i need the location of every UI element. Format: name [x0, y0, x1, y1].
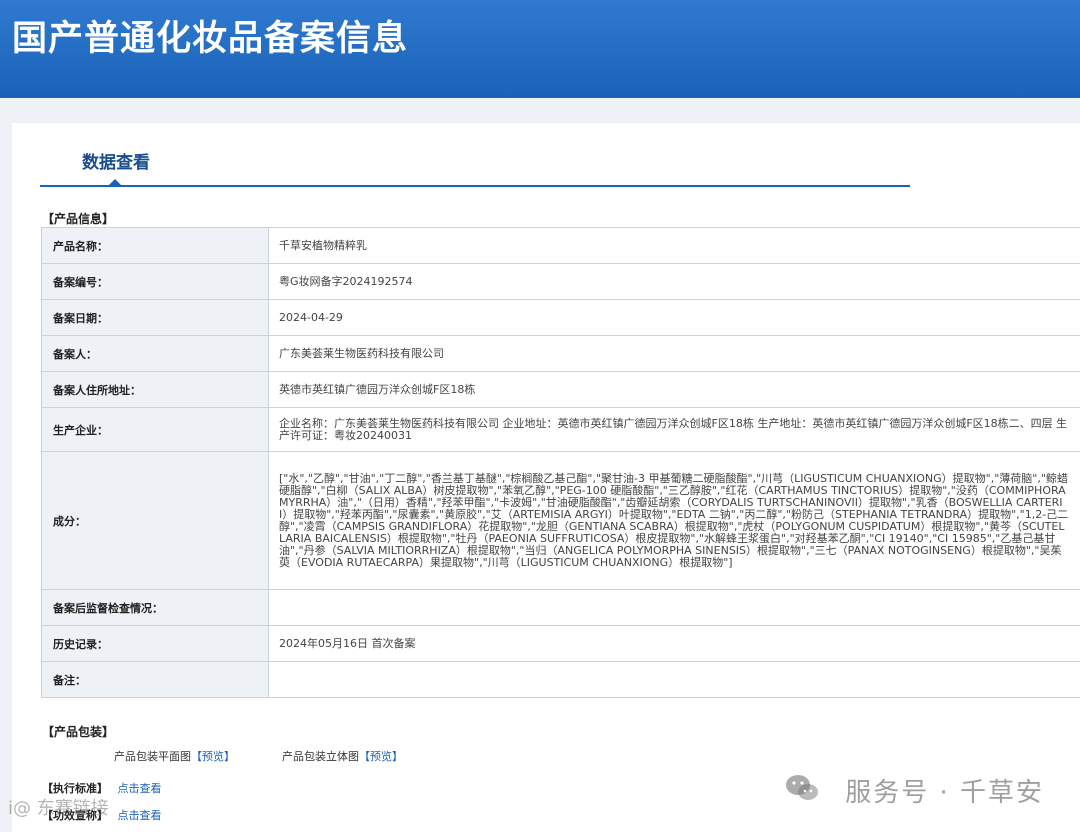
info-row: 备案日期： 2024-04-29: [41, 299, 1080, 336]
watermark-text: 服务号 · 千草安: [845, 778, 1044, 808]
info-key: 备案人住所地址：: [41, 371, 269, 408]
watermark-left-text: i@ 东赛链接: [8, 798, 109, 819]
info-key: 产品名称：: [41, 227, 269, 264]
info-row: 备案人： 广东美荟莱生物医药科技有限公司: [41, 335, 1080, 372]
info-row: 备案后监督检查情况：: [41, 589, 1080, 626]
info-key: 备案编号：: [41, 263, 269, 300]
info-value: 粤G妆网备字2024192574: [268, 263, 1080, 300]
package-flat-preview-link[interactable]: 【预览】: [191, 748, 235, 764]
package-solid-label: 产品包装立体图: [282, 750, 359, 763]
info-row: 备注：: [41, 661, 1080, 698]
info-key: 备案人：: [41, 335, 269, 372]
standard-view-link[interactable]: 点击查看: [118, 782, 162, 795]
efficacy-view-link[interactable]: 点击查看: [118, 809, 162, 822]
tab-data-view[interactable]: 数据查看: [82, 148, 150, 173]
section-product-info: 【产品信息】: [42, 212, 115, 226]
section-product-package: 【产品包装】: [42, 725, 115, 739]
package-row: 产品包装平面图【预览】 产品包装立体图【预览】: [114, 748, 403, 764]
info-value: [268, 661, 1080, 698]
package-solid-preview-link[interactable]: 【预览】: [359, 748, 403, 764]
info-key: 历史记录：: [41, 625, 269, 662]
wechat-icon: [786, 775, 818, 800]
product-info-table: 产品名称： 千草安植物精粹乳 备案编号： 粤G妆网备字2024192574 备案日期： 2…: [41, 227, 1080, 698]
info-value: 千草安植物精粹乳: [268, 227, 1080, 264]
info-value: 企业名称：广东美荟莱生物医药科技有限公司 企业地址：英德市英红镇广德园万洋众创城…: [268, 407, 1080, 452]
info-row: 生产企业： 企业名称：广东美荟莱生物医药科技有限公司 企业地址：英德市英红镇广德园…: [41, 407, 1080, 452]
package-flat-label: 产品包装平面图: [114, 750, 191, 763]
info-row: 成分： ["水","乙醇","甘油","丁二醇","香兰基丁基醚","棕榈酸乙基己…: [41, 451, 1080, 590]
content-panel: 数据查看 【产品信息】 产品名称： 千草安植物精粹乳 备案编号： 粤G妆网备字2024…: [12, 123, 1080, 832]
info-value: 广东美荟莱生物医药科技有限公司: [268, 335, 1080, 372]
info-value: 英德市英红镇广德园万洋众创城F区18栋: [268, 371, 1080, 408]
info-value: ["水","乙醇","甘油","丁二醇","香兰基丁基醚","棕榈酸乙基己酯",…: [268, 451, 1080, 590]
info-row: 备案编号： 粤G妆网备字2024192574: [41, 263, 1080, 300]
info-row: 备案人住所地址： 英德市英红镇广德园万洋众创城F区18栋: [41, 371, 1080, 408]
info-value: [268, 589, 1080, 626]
info-value: 2024-04-29: [268, 299, 1080, 336]
info-row: 历史记录： 2024年05月16日 首次备案: [41, 625, 1080, 662]
page-header: 国产普通化妆品备案信息: [0, 0, 1080, 98]
info-value: 2024年05月16日 首次备案: [268, 625, 1080, 662]
info-key: 生产企业：: [41, 407, 269, 452]
info-key: 备案后监督检查情况：: [41, 589, 269, 626]
info-row: 产品名称： 千草安植物精粹乳: [41, 227, 1080, 264]
tab-underline: [40, 185, 910, 187]
page-title: 国产普通化妆品备案信息: [12, 19, 409, 59]
info-key: 备案日期：: [41, 299, 269, 336]
info-key: 备注：: [41, 661, 269, 698]
info-key: 成分：: [41, 451, 269, 590]
